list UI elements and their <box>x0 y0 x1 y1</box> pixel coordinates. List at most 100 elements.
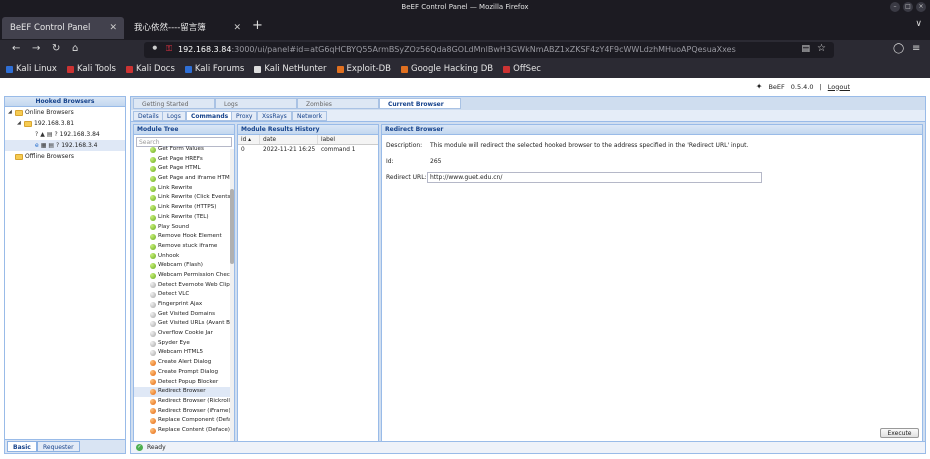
kali-forums-icon <box>184 65 192 73</box>
module-item[interactable]: Get Visited URLs (Avant Br <box>134 319 231 329</box>
module-item[interactable]: Unhook <box>134 252 231 262</box>
module-item[interactable]: Redirect Browser (iFrame) <box>134 407 231 417</box>
close-window-icon[interactable]: × <box>916 2 926 12</box>
module-item[interactable]: Get Visited Domains <box>134 310 231 320</box>
hooked-browsers-panel: Hooked Browsers ◢ Online Browsers ◢ 192.… <box>4 96 126 454</box>
scrollbar-thumb[interactable] <box>230 189 234 264</box>
module-item[interactable]: Replace Content (Deface) <box>134 426 231 436</box>
list-tabs-icon[interactable]: ∨ <box>915 19 922 29</box>
bookmark-offsec[interactable]: OffSec <box>503 64 541 74</box>
module-item[interactable]: Link Rewrite (TEL) <box>134 213 231 223</box>
expand-icon[interactable]: ◢ <box>8 107 13 118</box>
module-results-title: Module Results History <box>238 125 378 135</box>
module-label: Get Page HREFs <box>158 155 203 162</box>
module-label: Spyder Eye <box>158 339 190 346</box>
execute-button[interactable]: Execute <box>880 428 919 438</box>
tab-basic[interactable]: Basic <box>7 441 37 452</box>
module-item[interactable]: Get Form Values <box>134 145 231 155</box>
module-item[interactable]: Detect VLC <box>134 290 231 300</box>
close-tab-icon[interactable]: ✕ <box>109 17 117 39</box>
module-item[interactable]: Create Prompt Dialog <box>134 368 231 378</box>
unknown-device-icon: ? <box>54 131 58 138</box>
module-item[interactable]: Remove stuck iframe <box>134 242 231 252</box>
module-item[interactable]: Play Sound <box>134 223 231 233</box>
module-item[interactable]: Get Page and iframe HTML <box>134 174 231 184</box>
tab-label: 我心依然----留言簿 <box>134 23 206 33</box>
module-label: Unhook <box>158 252 180 259</box>
module-item[interactable]: Link Rewrite (Click Events) <box>134 193 231 203</box>
module-item[interactable]: Webcam (Flash) <box>134 261 231 271</box>
green-status-icon <box>150 214 156 221</box>
tab-zombies[interactable]: Zombies <box>297 98 379 109</box>
module-item[interactable]: Get Page HTML <box>134 164 231 174</box>
subtab-xssrays[interactable]: XssRays <box>257 111 292 121</box>
logout-link[interactable]: Logout <box>828 83 850 91</box>
col-header-id[interactable]: id ▴ <box>238 135 260 144</box>
tab-getting-started[interactable]: Getting Started <box>133 98 215 109</box>
reader-view-icon[interactable]: ▤ <box>801 44 810 54</box>
tab-logs[interactable]: Logs <box>215 98 297 109</box>
module-item[interactable]: Link Rewrite (HTTPS) <box>134 203 231 213</box>
subtab-details[interactable]: Details <box>133 111 164 121</box>
bookmark-kali-forums[interactable]: Kali Forums <box>184 64 244 74</box>
back-icon[interactable]: ← <box>12 43 20 54</box>
module-item[interactable]: Webcam HTML5 <box>134 348 231 358</box>
redirect-url-input[interactable]: http://www.guet.edu.cn/ <box>427 172 762 183</box>
module-item[interactable]: Spyder Eye <box>134 339 231 349</box>
menu-icon[interactable]: ≡ <box>912 43 920 54</box>
expand-icon[interactable]: ◢ <box>17 118 22 129</box>
module-item[interactable]: Link Rewrite <box>134 184 231 194</box>
tab-requester[interactable]: Requester <box>37 441 80 452</box>
tree-online-browsers[interactable]: ◢ Online Browsers <box>5 107 125 118</box>
forward-icon[interactable]: → <box>32 43 40 54</box>
module-item[interactable]: Get Page HREFs <box>134 155 231 165</box>
module-list-scrollbar[interactable] <box>230 149 234 441</box>
module-item[interactable]: Redirect Browser <box>134 387 231 397</box>
tab-current-browser[interactable]: Current Browser <box>379 98 461 109</box>
minimize-icon[interactable]: – <box>890 2 900 12</box>
reload-icon[interactable]: ↻ <box>52 43 60 54</box>
bookmark-star-icon[interactable]: ☆ <box>817 43 826 54</box>
col-header-date[interactable]: date <box>260 135 318 144</box>
shield-icon[interactable]: ⚫ <box>151 44 159 54</box>
green-status-icon <box>150 224 156 231</box>
module-item[interactable]: Detect Evernote Web Clipper <box>134 281 231 291</box>
module-item[interactable]: Detect Popup Blocker <box>134 378 231 388</box>
module-item[interactable]: Create Alert Dialog <box>134 358 231 368</box>
home-icon[interactable]: ⌂ <box>72 43 78 54</box>
kali-tools-icon <box>66 65 74 73</box>
module-item[interactable]: Overflow Cookie Jar <box>134 329 231 339</box>
browser-tab-beef[interactable]: BeEF Control Panel ✕ <box>2 17 124 39</box>
col-header-label[interactable]: label <box>318 135 378 144</box>
new-tab-icon[interactable]: + <box>252 18 263 33</box>
table-row[interactable]: 0 2022-11-21 16:25 command 1 <box>238 145 378 155</box>
beef-header: ✦ BeEF 0.5.4.0 | Logout <box>756 82 850 91</box>
pocket-icon[interactable]: ◯ <box>893 43 904 54</box>
module-item[interactable]: Replace Component (Deface) <box>134 416 231 426</box>
url-host: 192.168.3.84 <box>178 45 232 54</box>
bookmark-kali-docs[interactable]: Kali Docs <box>125 64 175 74</box>
tree-subnet[interactable]: ◢ 192.168.3.81 <box>5 118 125 129</box>
tree-browser-1[interactable]: ? ▲ ▤ ? 192.168.3.84 <box>5 129 125 140</box>
subtab-commands[interactable]: Commands <box>186 111 234 121</box>
subtab-proxy[interactable]: Proxy <box>231 111 258 121</box>
maximize-icon[interactable]: □ <box>903 2 913 12</box>
bookmark-kali-linux[interactable]: Kali Linux <box>6 64 57 74</box>
address-bar[interactable]: ⚫ ⚿ 192.168.3.84:3000/ui/panel#id=atG6qH… <box>144 42 834 58</box>
subtab-network[interactable]: Network <box>292 111 328 121</box>
browser-tab-guestbook[interactable]: 我心依然----留言簿 ✕ <box>126 17 248 39</box>
module-item[interactable]: Fingerprint Ajax <box>134 300 231 310</box>
bookmark-kali-nethunter[interactable]: Kali NetHunter <box>254 64 327 74</box>
tree-browser-2[interactable]: e ▦ ▤ ? 192.168.3.4 <box>5 140 125 151</box>
grey-status-icon <box>150 301 156 308</box>
module-item[interactable]: Redirect Browser (Rickroll) <box>134 397 231 407</box>
close-tab-icon[interactable]: ✕ <box>233 17 241 39</box>
module-item[interactable]: Webcam Permission Check <box>134 271 231 281</box>
bookmark-kali-tools[interactable]: Kali Tools <box>66 64 116 74</box>
module-item[interactable]: Remove Hook Element <box>134 232 231 242</box>
subtab-logs[interactable]: Logs <box>162 111 186 121</box>
bookmark-google-hacking-db[interactable]: Google Hacking DB <box>401 64 493 74</box>
insecure-lock-icon[interactable]: ⚿ <box>166 44 172 54</box>
tree-offline-browsers[interactable]: Offline Browsers <box>5 151 125 162</box>
bookmark-exploit-db[interactable]: Exploit-DB <box>336 64 391 74</box>
